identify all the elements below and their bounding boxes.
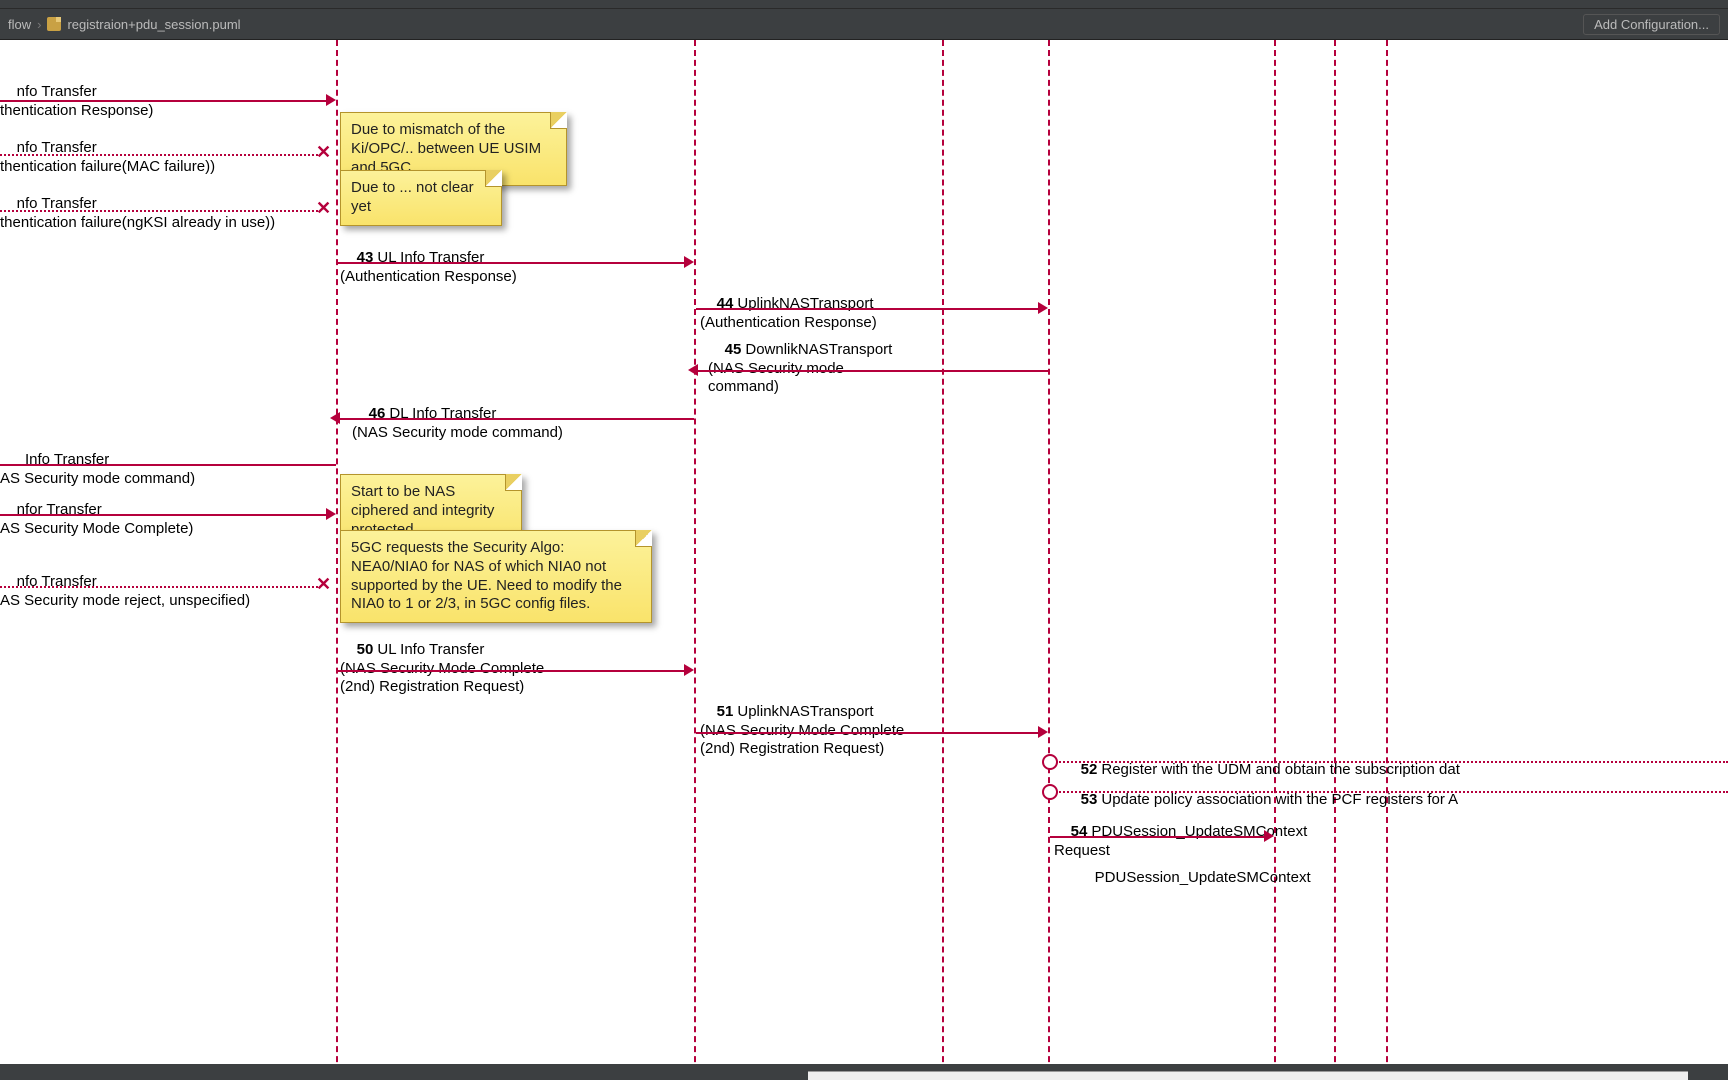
message-ngksi: nfo Transfer thentication failure(ngKSI … [0,176,275,232]
message-mac-failure: nfo Transfer thentication failure(MAC fa… [0,120,215,176]
message-46: 46DL Info Transfer (NAS Security mode co… [352,386,563,442]
note-not-clear: Due to ... not clear yet [340,170,502,226]
message-51: 51UplinkNASTransport (NAS Security Mode … [700,684,904,759]
message-nas-complete-left: nfor Transfer AS Security Mode Complete) [0,482,193,538]
arrowhead-left-icon [688,364,698,376]
arrowhead-right-icon [1264,830,1274,842]
message-auth-response-left: nfo Transfer thentication Response) [0,64,153,120]
arrow [0,514,328,516]
arrow [696,308,1040,310]
arrow [338,418,694,420]
arrow [696,732,1040,734]
message-55: PDUSession_UpdateSMContext [1078,850,1311,888]
arrow-dashed [0,586,318,588]
breadcrumb-file[interactable]: registraion+pdu_session.puml [67,17,240,32]
arrowhead-right-icon [326,94,336,106]
arrowhead-right-icon [326,508,336,520]
message-43: 43UL Info Transfer (Authentication Respo… [340,230,517,286]
file-icon [47,17,61,31]
breadcrumb-folder[interactable]: flow [8,17,31,32]
lifeline-6 [1334,40,1336,1080]
lifeline-5 [1274,40,1276,1080]
lifeline-4 [1048,40,1050,1080]
arrow [338,670,686,672]
arrow [0,464,336,466]
message-nas-reject: nfo Transfer AS Security mode reject, un… [0,554,250,610]
arrowhead-right-icon [684,256,694,268]
arrow [1050,836,1266,838]
lifeline-3 [942,40,944,1080]
arrow [696,370,1048,372]
lifeline-7 [1386,40,1388,1080]
lost-x-icon: ✕ [316,142,331,163]
message-45: 45DownlikNASTransport (NAS Security mode… [708,322,892,397]
breadcrumb-bar: flow › registraion+pdu_session.puml Add … [0,8,1728,40]
arrow [338,262,686,264]
arrowhead-left-icon [330,412,340,424]
lifeline-2 [694,40,696,1080]
arrow [0,100,328,102]
chevron-right-icon: › [37,17,41,32]
bottom-panel [808,1071,1688,1080]
message-50: 50UL Info Transfer (NAS Security Mode Co… [340,622,544,697]
lifeline-1 [336,40,338,1080]
add-configuration-button[interactable]: Add Configuration... [1583,14,1720,35]
arrowhead-right-icon [1038,302,1048,314]
arrow-dashed [0,154,318,156]
arrow-dashed [0,210,318,212]
arrowhead-right-icon [684,664,694,676]
title-bar [0,0,1728,8]
lost-x-icon: ✕ [316,198,331,219]
diagram-canvas[interactable]: nfo Transfer thentication Response) nfo … [0,40,1728,1080]
arrowhead-right-icon [1038,726,1048,738]
note-5gc-algo: 5GC requests the Security Algo: NEA0/NIA… [340,530,652,623]
lost-x-icon: ✕ [316,574,331,595]
message-dl-nas-left: Info Transfer AS Security mode command) [0,432,195,488]
